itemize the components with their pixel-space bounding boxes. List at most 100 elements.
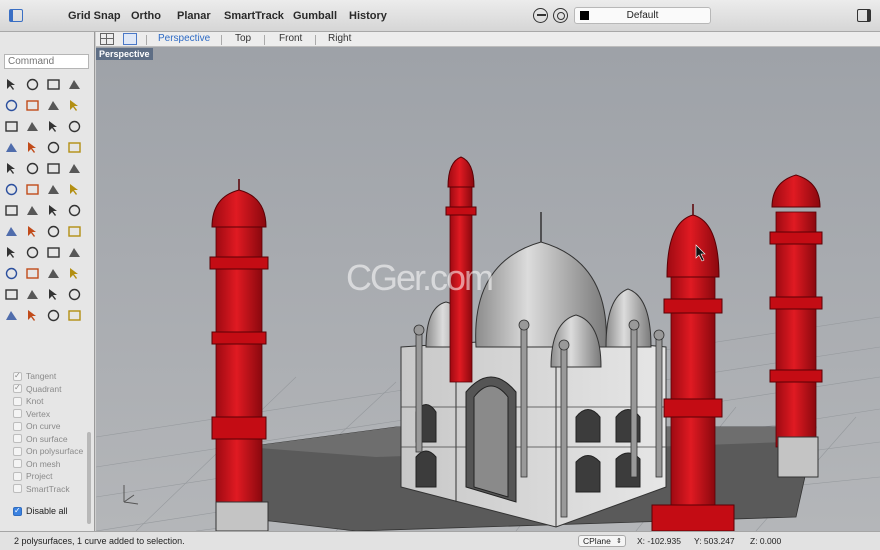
osnap-on-surface-checkbox[interactable]: On surface	[13, 433, 68, 445]
object-snap-icon[interactable]	[533, 8, 548, 23]
perspective-viewport[interactable]: Perspective CGer.com	[96, 47, 880, 531]
loft-tool-icon[interactable]	[66, 223, 83, 240]
smarttrack-toggle[interactable]: SmartTrack	[224, 10, 284, 22]
copy-tool-icon[interactable]	[3, 181, 20, 198]
sphere-tool-icon[interactable]	[24, 139, 41, 156]
rotate-tool-icon[interactable]	[45, 181, 62, 198]
osnap-label: Tangent	[26, 371, 57, 381]
select-arrow-tool-icon[interactable]	[3, 76, 20, 93]
checkbox-icon	[13, 459, 22, 468]
gumball-toggle[interactable]: Gumball	[293, 10, 337, 22]
rectangle-tool-icon[interactable]	[45, 97, 62, 114]
checkbox-icon	[13, 383, 22, 393]
trim-tool-icon[interactable]	[66, 118, 83, 135]
z-coordinate: Z: 0.000	[750, 536, 782, 546]
boolean-tool-icon[interactable]	[66, 202, 83, 219]
ortho-toggle[interactable]: Ortho	[131, 10, 161, 22]
osnap-on-mesh-checkbox[interactable]: On mesh	[13, 458, 61, 470]
osnap-tangent-checkbox[interactable]: Tangent	[13, 370, 56, 382]
network-tool-icon[interactable]	[45, 244, 62, 261]
osnap-vertex-checkbox[interactable]: Vertex	[13, 408, 50, 420]
tab-top[interactable]: Top	[235, 33, 251, 44]
light-tool-icon[interactable]	[3, 286, 20, 303]
zoom-tool-icon[interactable]	[24, 265, 41, 282]
target-icon[interactable]	[553, 8, 568, 23]
grid-snap-toggle[interactable]: Grid Snap	[68, 10, 121, 22]
split-tool-icon[interactable]	[45, 202, 62, 219]
properties-tool-icon[interactable]	[3, 307, 20, 324]
material-tool-icon[interactable]	[45, 286, 62, 303]
checkbox-icon	[13, 371, 22, 381]
join-tool-icon[interactable]	[45, 160, 62, 177]
explode-tool-icon[interactable]	[24, 160, 41, 177]
surface-tool-icon[interactable]	[45, 223, 62, 240]
osnap-knot-checkbox[interactable]: Knot	[13, 395, 44, 407]
cplane-label: CPlane	[583, 536, 611, 546]
layer-select[interactable]: Default	[574, 7, 711, 24]
four-view-icon[interactable]	[100, 33, 114, 45]
osnap-label: Vertex	[26, 408, 51, 419]
osnap-label: Project	[26, 471, 53, 481]
camera-tool-icon[interactable]	[24, 286, 41, 303]
disable-all-checkbox[interactable]: Disable all	[13, 506, 68, 516]
gumball-tool-icon[interactable]	[24, 223, 41, 240]
tab-divider	[315, 35, 316, 45]
grid-tool-icon[interactable]	[24, 307, 41, 324]
curve-tool-icon[interactable]	[66, 76, 83, 93]
revolve-tool-icon[interactable]	[24, 244, 41, 261]
extrude-tool-icon[interactable]	[66, 139, 83, 156]
left-sidebar-toggle-icon[interactable]	[9, 9, 23, 22]
fillet-tool-icon[interactable]	[24, 118, 41, 135]
ellipse-tool-icon[interactable]	[66, 97, 83, 114]
osnap-label: Knot	[26, 396, 44, 406]
analyze-tool-icon[interactable]	[3, 265, 20, 282]
planar-toggle[interactable]: Planar	[177, 10, 211, 22]
polygon-tool-icon[interactable]	[3, 118, 20, 135]
layer-name: Default	[626, 10, 659, 21]
pan-tool-icon[interactable]	[45, 265, 62, 282]
render-tool-icon[interactable]	[66, 265, 83, 282]
tab-perspective[interactable]: Perspective	[158, 33, 210, 44]
checkbox-icon	[13, 396, 22, 406]
watermark: CGer.com	[346, 257, 494, 298]
checkbox-icon	[13, 409, 22, 418]
osnap-on-polysurface-checkbox[interactable]: On polysurface	[13, 445, 83, 457]
history-toggle[interactable]: History	[349, 10, 387, 22]
osnap-on-curve-checkbox[interactable]: On curve	[13, 420, 61, 432]
single-view-icon[interactable]	[123, 33, 137, 45]
polyline-tool-icon[interactable]	[45, 76, 62, 93]
panel-scrollbar[interactable]	[87, 432, 91, 524]
command-input[interactable]	[4, 54, 89, 69]
mirror-tool-icon[interactable]	[24, 181, 41, 198]
array-tool-icon[interactable]	[3, 202, 20, 219]
scale-tool-icon[interactable]	[66, 181, 83, 198]
osnap-project-checkbox[interactable]: Project	[13, 470, 52, 482]
solid-union-tool-icon[interactable]	[3, 160, 20, 177]
layer-tool-icon[interactable]	[66, 286, 83, 303]
extend-tool-icon[interactable]	[45, 118, 62, 135]
help-tool-icon[interactable]	[66, 307, 83, 324]
viewport-tabbar: Perspective Top Front Right	[96, 32, 880, 47]
cylinder-tool-icon[interactable]	[45, 139, 62, 156]
arc-tool-icon[interactable]	[24, 97, 41, 114]
point-tool-icon[interactable]	[24, 76, 41, 93]
osnap-quadrant-checkbox[interactable]: Quadrant	[13, 383, 61, 395]
circle-tool-icon[interactable]	[3, 97, 20, 114]
cplane-select[interactable]: CPlane ⇕	[578, 535, 626, 547]
osnap-label: On surface	[26, 433, 68, 444]
disable-all-label: Disable all	[26, 506, 68, 516]
transform-tool-icon[interactable]	[3, 223, 20, 240]
move-tool-icon[interactable]	[66, 160, 83, 177]
checkbox-icon	[13, 421, 22, 431]
box-tool-icon[interactable]	[3, 139, 20, 156]
osnap-smarttrack-checkbox[interactable]: SmartTrack	[13, 483, 70, 495]
tab-right[interactable]: Right	[328, 33, 351, 44]
options-tool-icon[interactable]	[45, 307, 62, 324]
right-sidebar-toggle-icon[interactable]	[857, 9, 871, 22]
sweep-tool-icon[interactable]	[3, 244, 20, 261]
tab-front[interactable]: Front	[279, 33, 302, 44]
patch-tool-icon[interactable]	[66, 244, 83, 261]
disable-all-check-icon	[13, 506, 22, 516]
offset-tool-icon[interactable]	[24, 202, 41, 219]
viewport-title[interactable]: Perspective	[96, 48, 153, 60]
